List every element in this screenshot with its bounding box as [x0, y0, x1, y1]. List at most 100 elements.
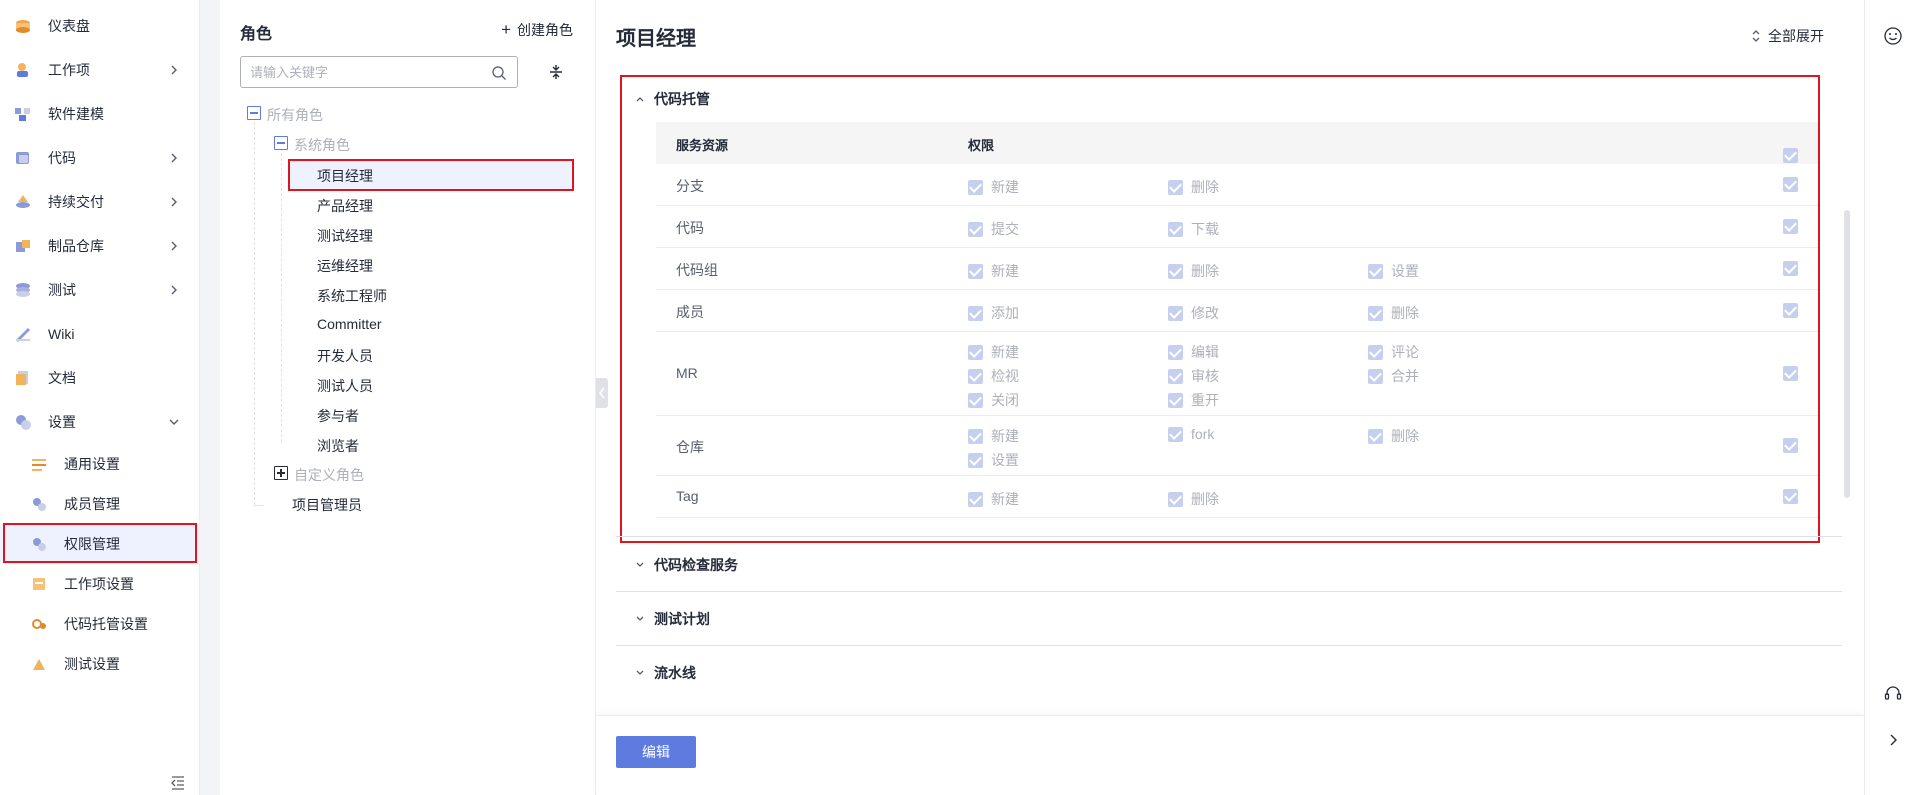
tree-node-role[interactable]: 系统工程师	[317, 286, 387, 306]
perm-checkbox[interactable]: 关闭	[968, 390, 1019, 410]
nav-item-dashboard[interactable]: 仪表盘	[0, 4, 200, 48]
perm-checkbox[interactable]: 设置	[968, 450, 1019, 470]
row-checkbox[interactable]	[1783, 366, 1798, 381]
nav-item-delivery[interactable]: 持续交付	[0, 180, 200, 224]
right-rail	[1864, 0, 1919, 795]
nav-item-test[interactable]: 测试	[0, 268, 200, 312]
perm-checkbox[interactable]: 下载	[1168, 219, 1219, 239]
member-icon	[30, 495, 48, 513]
role-panel-title: 角色	[240, 26, 273, 43]
nav-label: 仪表盘	[48, 18, 90, 34]
role-search-input[interactable]	[250, 63, 480, 81]
sub-item-label: 权限管理	[64, 536, 120, 552]
scrollbar[interactable]	[1844, 210, 1850, 498]
tree-node-role[interactable]: 产品经理	[317, 196, 373, 216]
perm-checkbox[interactable]: 删除	[1168, 177, 1219, 197]
tree-node-custom-roles[interactable]: 自定义角色	[294, 465, 364, 485]
collapse-panel-handle[interactable]	[596, 378, 608, 408]
nav-item-wiki[interactable]: Wiki	[0, 312, 200, 356]
section-pipeline[interactable]: 流水线	[616, 646, 1842, 700]
perm-checkbox[interactable]: 删除	[1168, 489, 1219, 509]
perm-checkbox[interactable]: 设置	[1368, 261, 1419, 281]
row-checkbox[interactable]	[1783, 219, 1798, 234]
perm-checkbox[interactable]: 提交	[968, 219, 1019, 239]
nav-item-workitem[interactable]: 工作项	[0, 48, 200, 92]
sub-item-general-settings[interactable]: 通用设置	[0, 444, 200, 484]
headset-icon[interactable]	[1883, 684, 1903, 704]
perm-checkbox[interactable]: 审核	[1168, 366, 1219, 386]
expand-all-button[interactable]: 全部展开	[1750, 26, 1824, 46]
sub-item-workitem-settings[interactable]: 工作项设置	[0, 564, 200, 604]
collapse-nav-icon[interactable]	[170, 776, 186, 790]
collapse-all-roles-icon[interactable]	[247, 106, 261, 120]
smile-icon[interactable]	[1883, 26, 1903, 46]
chevron-right-icon	[171, 285, 177, 295]
nav-item-code[interactable]: 代码	[0, 136, 200, 180]
row-checkbox[interactable]	[1783, 489, 1798, 504]
tree-node-role[interactable]: 开发人员	[317, 346, 373, 366]
expand-custom-roles-icon[interactable]	[274, 466, 288, 480]
perm-checkbox[interactable]: 评论	[1368, 342, 1419, 362]
section-code-check[interactable]: 代码检查服务	[616, 538, 1842, 592]
section-code-hosting[interactable]: 代码托管	[616, 72, 1842, 126]
perm-checkbox[interactable]: 新建	[968, 426, 1019, 446]
nav-item-docs[interactable]: 文档	[0, 356, 200, 400]
row-checkbox[interactable]	[1783, 261, 1798, 276]
row-checkbox[interactable]	[1783, 177, 1798, 192]
perm-checkbox[interactable]: 新建	[968, 261, 1019, 281]
search-icon[interactable]	[491, 65, 507, 81]
tree-node-role[interactable]: 测试人员	[317, 376, 373, 396]
row-checkbox[interactable]	[1783, 438, 1798, 453]
sub-item-repo-settings[interactable]: 代码托管设置	[0, 604, 200, 644]
sub-item-member[interactable]: 成员管理	[0, 484, 200, 524]
tree-node-role[interactable]: Committer	[317, 316, 382, 332]
perm-checkbox[interactable]: fork	[1168, 426, 1214, 442]
section-test-plan[interactable]: 测试计划	[616, 592, 1842, 646]
tree-node-role[interactable]: 项目经理	[317, 166, 373, 186]
tree-node-role[interactable]: 运维经理	[317, 256, 373, 276]
chevron-right-icon[interactable]	[1883, 730, 1903, 750]
perm-checkbox[interactable]: 重开	[1168, 390, 1219, 410]
nav-item-modeling[interactable]: 软件建模	[0, 92, 200, 136]
perm-checkbox[interactable]: 添加	[968, 303, 1019, 323]
perm-checkbox[interactable]: 删除	[1368, 303, 1419, 323]
row-checkbox[interactable]	[1783, 303, 1798, 318]
select-all-checkbox[interactable]	[1783, 135, 1798, 163]
perm-checkbox[interactable]: 检视	[968, 366, 1019, 386]
general-settings-icon	[30, 455, 48, 473]
table-row: MR 新建 编辑 评论 检视 审核 合并 关闭 重开	[656, 332, 1820, 416]
main-panel: 项目经理 全部展开 代码托管 服务资源 权限 分支 新建 删除 代码 提交 下载	[596, 0, 1864, 715]
create-role-button[interactable]: + 创建角色	[501, 20, 573, 40]
nav-label: 设置	[48, 414, 76, 430]
perm-checkbox[interactable]: 新建	[968, 177, 1019, 197]
perm-checkbox[interactable]: 删除	[1168, 261, 1219, 281]
sub-item-label: 通用设置	[64, 456, 120, 472]
collapse-system-roles-icon[interactable]	[274, 136, 288, 150]
row-name: 代码组	[676, 262, 718, 278]
test-icon	[14, 281, 32, 299]
nav-item-artifact[interactable]: 制品仓库	[0, 224, 200, 268]
perm-checkbox[interactable]: 删除	[1368, 426, 1419, 446]
tree-node-all-roles[interactable]: 所有角色	[267, 105, 323, 125]
wiki-icon	[14, 325, 32, 343]
perm-checkbox[interactable]: 新建	[968, 342, 1019, 362]
perm-checkbox[interactable]: 编辑	[1168, 342, 1219, 362]
perm-checkbox[interactable]: 修改	[1168, 303, 1219, 323]
sub-item-permission[interactable]: 权限管理	[0, 524, 200, 564]
role-search-box	[240, 56, 518, 88]
perm-checkbox[interactable]: 合并	[1368, 366, 1419, 386]
sub-item-test-settings[interactable]: 测试设置	[0, 644, 200, 684]
role-panel: 角色 + 创建角色 所有角色 系统角色 项目经理 产品经理 测试经理 运维经理 …	[220, 0, 596, 795]
settings-icon	[14, 413, 32, 431]
tree-node-role[interactable]: 测试经理	[317, 226, 373, 246]
tree-node-role[interactable]: 参与者	[317, 406, 359, 426]
perm-checkbox[interactable]: 新建	[968, 489, 1019, 509]
edit-button[interactable]: 编辑	[616, 736, 696, 768]
page-title: 项目经理	[616, 28, 696, 50]
nav-label: 软件建模	[48, 106, 104, 122]
tree-node-role[interactable]: 浏览者	[317, 436, 359, 456]
tree-node-admin[interactable]: 项目管理员	[292, 495, 362, 515]
tree-node-system-roles[interactable]: 系统角色	[294, 135, 350, 155]
collapse-tree-icon[interactable]	[546, 62, 566, 82]
nav-item-settings[interactable]: 设置	[0, 400, 200, 444]
